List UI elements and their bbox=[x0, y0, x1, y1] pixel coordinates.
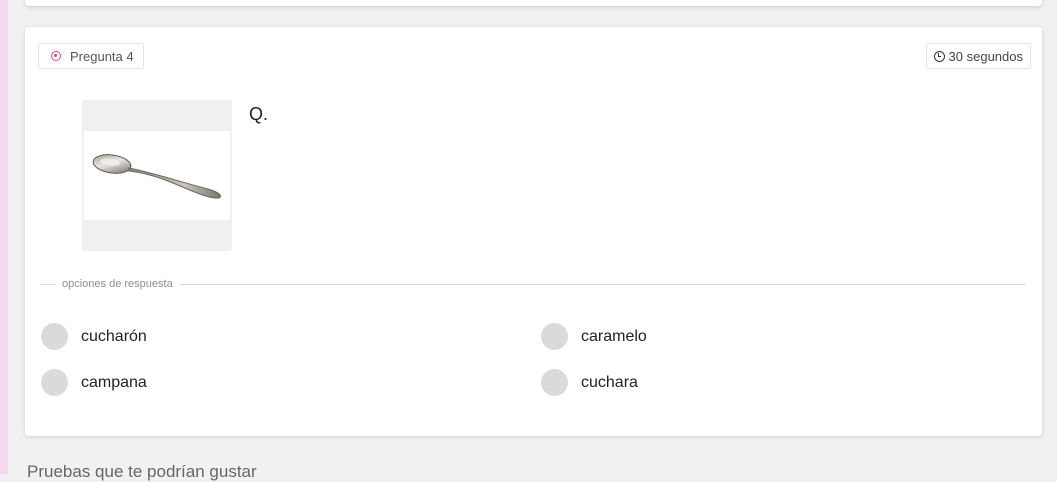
question-card: Pregunta 4 30 segundos Q. opciones de re… bbox=[25, 27, 1042, 436]
answer-option-label: cucharón bbox=[81, 327, 147, 345]
divider-line-right bbox=[179, 283, 1026, 285]
answer-options-divider: opciones de respuesta bbox=[41, 277, 1026, 291]
answer-option-1[interactable]: cucharón bbox=[41, 323, 147, 350]
divider-line-left bbox=[41, 283, 55, 285]
answer-options-label: opciones de respuesta bbox=[62, 278, 173, 290]
spoon-image bbox=[84, 131, 230, 220]
answer-option-label: caramelo bbox=[581, 327, 647, 345]
answer-option-label: cuchara bbox=[581, 373, 638, 391]
question-number-label: Pregunta 4 bbox=[70, 48, 134, 64]
timer-badge: 30 segundos bbox=[925, 43, 1031, 69]
answer-option-2[interactable]: caramelo bbox=[541, 323, 647, 350]
left-accent-strip bbox=[0, 0, 8, 474]
radio-button[interactable] bbox=[41, 369, 68, 396]
question-text: Q. bbox=[249, 104, 269, 124]
previous-question-card bbox=[25, 0, 1042, 6]
radio-button[interactable] bbox=[41, 323, 68, 350]
recommendations-heading: Pruebas que te podrían gustar bbox=[27, 462, 257, 481]
timer-label: 30 segundos bbox=[948, 48, 1023, 64]
answer-option-label: campana bbox=[81, 373, 147, 391]
spoon-icon bbox=[92, 154, 222, 199]
answer-option-4[interactable]: cuchara bbox=[541, 369, 638, 396]
answer-option-3[interactable]: campana bbox=[41, 369, 147, 396]
radio-button[interactable] bbox=[541, 323, 568, 350]
question-image[interactable] bbox=[82, 100, 232, 251]
radio-button[interactable] bbox=[541, 369, 568, 396]
clock-icon bbox=[933, 50, 945, 62]
question-number-badge: Pregunta 4 bbox=[38, 43, 144, 69]
target-icon bbox=[51, 51, 61, 61]
